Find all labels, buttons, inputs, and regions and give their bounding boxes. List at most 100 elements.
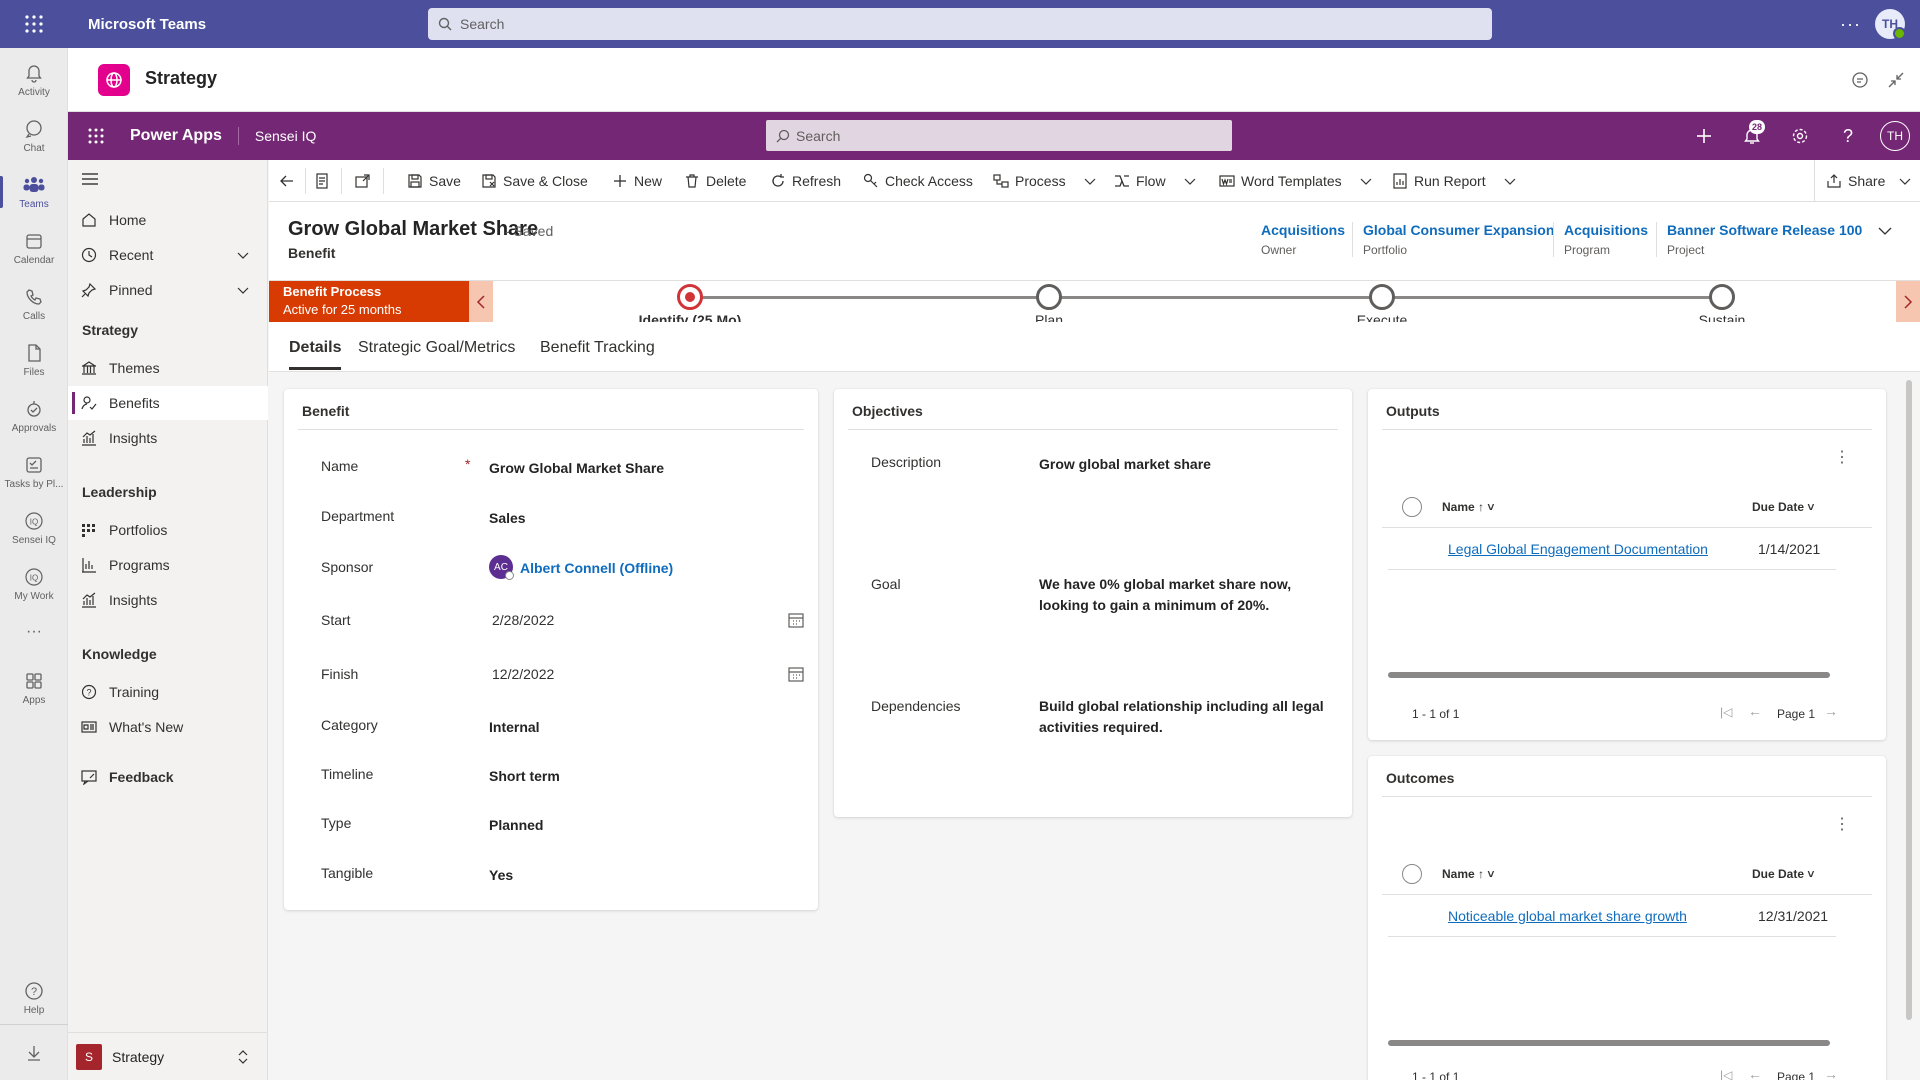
rail-help[interactable]: ? Help	[0, 970, 68, 1026]
rail-chat[interactable]: Chat	[0, 108, 68, 164]
column-header-due-date[interactable]: Due Date ˅	[1752, 867, 1814, 881]
next-page-icon[interactable]: →	[1824, 703, 1838, 719]
sponsor-link[interactable]: Albert Connell (Offline)	[520, 560, 673, 576]
page-vertical-scrollbar[interactable]	[1906, 380, 1912, 1020]
collapse-icon[interactable]	[1886, 70, 1906, 90]
tangible-field[interactable]: Yes	[489, 867, 513, 883]
header-field-program[interactable]: Acquisitions Program	[1553, 222, 1648, 257]
finish-date-input[interactable]: 12/2/2022	[489, 657, 804, 691]
powerapps-name[interactable]: Power Apps	[124, 127, 239, 145]
nav-home[interactable]: Home	[68, 203, 268, 237]
header-field-owner[interactable]: Acquisitions Owner	[1251, 222, 1345, 257]
category-field[interactable]: Internal	[489, 719, 540, 735]
project-value[interactable]: Banner Software Release 100	[1667, 222, 1862, 238]
tab-strategic-goal-metrics[interactable]: Strategic Goal/Metrics	[358, 339, 515, 357]
table-row[interactable]: Noticeable global market share growth 12…	[1388, 895, 1836, 937]
process-flyout[interactable]: Benefit Process Active for 25 months	[269, 281, 469, 323]
user-avatar[interactable]: TH	[1875, 9, 1906, 40]
open-new-window-icon[interactable]	[355, 160, 371, 202]
nav-training[interactable]: ? Training	[68, 675, 268, 709]
conversation-icon[interactable]	[1850, 70, 1870, 90]
rail-teams[interactable]: Teams	[0, 164, 68, 220]
rail-files[interactable]: Files	[0, 332, 68, 388]
calendar-icon[interactable]	[788, 612, 804, 628]
settings-icon[interactable]	[1786, 122, 1814, 150]
save-button[interactable]: Save	[407, 160, 461, 202]
stage-identify[interactable]: Identify (25 Mo)	[610, 281, 770, 328]
calendar-icon[interactable]	[788, 666, 804, 682]
refresh-button[interactable]: Refresh	[770, 160, 841, 202]
owner-value[interactable]: Acquisitions	[1261, 222, 1345, 238]
more-options-icon[interactable]: ···	[1840, 14, 1861, 35]
header-field-portfolio[interactable]: Global Consumer Expansion Portfolio	[1352, 222, 1554, 257]
row-name-link[interactable]: Legal Global Engagement Documentation	[1448, 541, 1708, 557]
nav-themes[interactable]: Themes	[68, 351, 268, 385]
select-all-checkbox[interactable]	[1402, 497, 1422, 517]
next-page-icon[interactable]: →	[1824, 1066, 1838, 1080]
rail-calls[interactable]: Calls	[0, 276, 68, 332]
timeline-field[interactable]: Short term	[489, 768, 560, 784]
nav-whats-new[interactable]: What's New	[68, 710, 268, 744]
nav-portfolios[interactable]: Portfolios	[68, 513, 268, 547]
rail-approvals[interactable]: Approvals	[0, 388, 68, 444]
teams-search-input[interactable]: Search	[428, 8, 1492, 40]
rail-sensei-iq[interactable]: IQ Sensei IQ	[0, 500, 68, 556]
select-all-checkbox[interactable]	[1402, 864, 1422, 884]
flow-button[interactable]: Flow	[1114, 160, 1196, 202]
share-button[interactable]: Share	[1826, 160, 1911, 202]
nav-feedback[interactable]: Feedback	[68, 760, 268, 794]
rail-activity[interactable]: Activity	[0, 52, 68, 108]
stage-prev-chevron-icon[interactable]	[469, 281, 493, 323]
nav-recent[interactable]: Recent	[68, 238, 268, 272]
back-icon[interactable]	[279, 160, 295, 202]
horizontal-scrollbar[interactable]	[1388, 1040, 1830, 1046]
table-row[interactable]: Legal Global Engagement Documentation 1/…	[1388, 528, 1836, 570]
rail-apps[interactable]: Apps	[0, 660, 68, 716]
rail-download[interactable]	[0, 1024, 68, 1080]
description-field[interactable]: Grow global market share	[1039, 454, 1334, 475]
new-button[interactable]: New	[612, 160, 662, 202]
powerapps-search-input[interactable]: Search	[766, 120, 1232, 151]
word-templates-button[interactable]: Word Templates	[1219, 160, 1372, 202]
delete-button[interactable]: Delete	[684, 160, 746, 202]
program-value[interactable]: Acquisitions	[1564, 222, 1648, 238]
nav-leadership-insights[interactable]: Insights	[68, 583, 268, 617]
rail-tasks[interactable]: Tasks by Pl...	[0, 444, 68, 500]
previous-page-icon[interactable]: ←	[1748, 1066, 1762, 1080]
nav-insights[interactable]: Insights	[68, 421, 268, 455]
app-launcher-icon[interactable]	[0, 0, 68, 48]
hamburger-icon[interactable]	[82, 172, 98, 186]
department-field[interactable]: Sales	[489, 510, 526, 526]
stage-execute[interactable]: Execute	[1302, 281, 1462, 328]
start-date-input[interactable]: 2/28/2022	[489, 603, 804, 637]
stage-plan[interactable]: Plan	[969, 281, 1129, 328]
rail-calendar[interactable]: Calendar	[0, 220, 68, 276]
more-commands-icon[interactable]: ⋮	[1834, 814, 1850, 834]
add-icon[interactable]	[1690, 122, 1718, 150]
notifications-icon[interactable]: 28	[1738, 120, 1766, 150]
header-expand-chevron-icon[interactable]	[1878, 224, 1892, 238]
app-name[interactable]: Sensei IQ	[239, 128, 316, 144]
goal-field[interactable]: We have 0% global market share now, look…	[1039, 574, 1334, 616]
previous-page-icon[interactable]: ←	[1748, 703, 1762, 719]
process-button[interactable]: Process	[993, 160, 1096, 202]
column-header-due-date[interactable]: Due Date ˅	[1752, 500, 1814, 514]
rail-more[interactable]: ···	[0, 604, 68, 660]
nav-programs[interactable]: Programs	[68, 548, 268, 582]
app-launcher-icon[interactable]	[68, 112, 124, 160]
type-field[interactable]: Planned	[489, 817, 543, 833]
user-avatar[interactable]: TH	[1880, 121, 1910, 151]
row-name-link[interactable]: Noticeable global market share growth	[1448, 908, 1687, 924]
save-close-button[interactable]: Save & Close	[481, 160, 588, 202]
more-commands-icon[interactable]: ⋮	[1834, 447, 1850, 467]
header-field-project[interactable]: Banner Software Release 100 Project	[1656, 222, 1862, 257]
horizontal-scrollbar[interactable]	[1388, 672, 1830, 678]
stage-next-chevron-icon[interactable]	[1896, 281, 1920, 323]
column-header-name[interactable]: Name ↑ ˅	[1442, 500, 1494, 514]
dependencies-field[interactable]: Build global relationship including all …	[1039, 696, 1334, 738]
first-page-icon[interactable]: |◁	[1720, 705, 1732, 719]
column-header-name[interactable]: Name ↑ ˅	[1442, 867, 1494, 881]
tab-benefit-tracking[interactable]: Benefit Tracking	[540, 339, 655, 357]
help-icon[interactable]: ?	[1834, 122, 1862, 150]
nav-pinned[interactable]: Pinned	[68, 273, 268, 307]
